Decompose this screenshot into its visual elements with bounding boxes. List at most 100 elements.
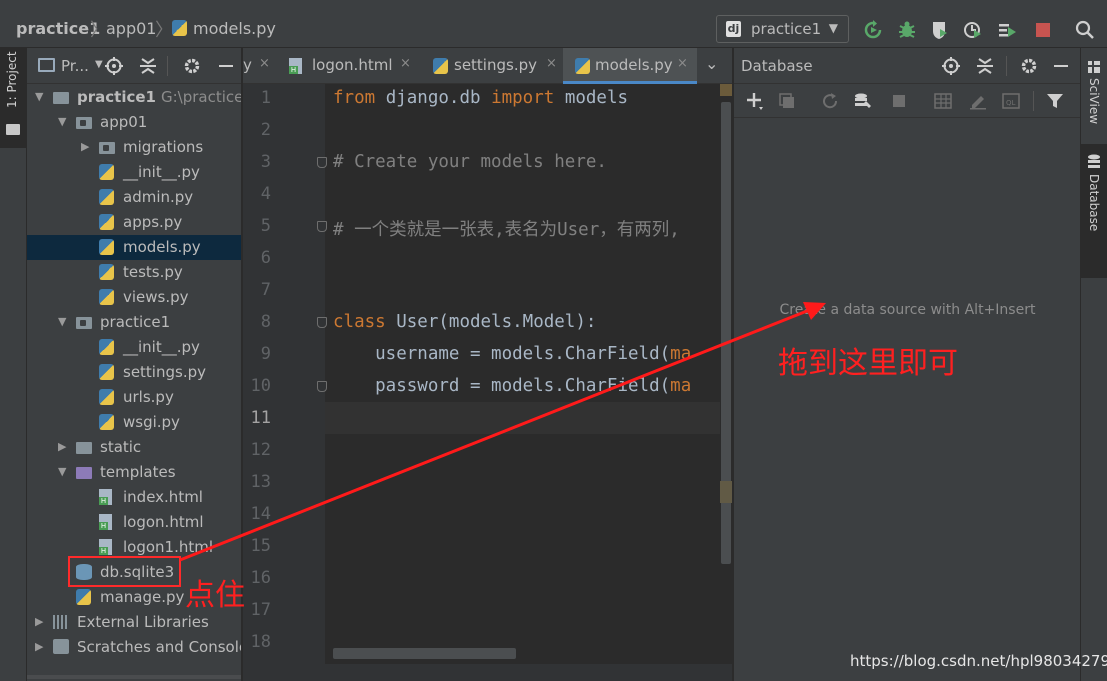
tree-item[interactable]: tests.py [27,260,241,285]
collapse-all-icon[interactable] [976,57,994,75]
horizontal-scrollbar[interactable] [333,648,516,659]
duplicate-icon[interactable] [778,92,796,110]
edit-icon[interactable] [969,92,987,110]
coverage-icon[interactable] [930,20,950,40]
concurrency-icon[interactable] [997,20,1017,40]
gear-icon[interactable] [1020,57,1038,75]
close-icon[interactable]: × [546,56,557,71]
template-folder-icon [76,467,92,479]
tree-item[interactable]: admin.py [27,185,241,210]
database-tool-label: Database [1087,174,1101,232]
library-icon [53,615,69,629]
debug-icon[interactable] [897,20,917,40]
rerun-icon[interactable] [863,20,883,40]
code-line-9[interactable]: username = models.CharField(ma [333,344,691,364]
python-file-icon [99,364,114,380]
watermark: https://blog.csdn.net/hpl980342791 [850,652,1107,670]
tab-overflow[interactable]: y × [243,48,281,84]
project-view-selector[interactable]: Pr... [61,57,89,75]
tree-item[interactable]: views.py [27,285,241,310]
breadcrumb-project[interactable]: practice1 [16,19,100,38]
close-icon[interactable]: × [259,56,270,71]
tree-item-label: templates [100,463,176,481]
stop-icon[interactable] [890,92,908,110]
query-console-icon[interactable]: QL [1002,92,1020,110]
code-line-1[interactable]: from django.db import models [333,88,628,108]
tab-settings-py[interactable]: settings.py × [421,48,561,84]
tree-item-label: Scratches and Consoles [77,638,242,656]
tree-item[interactable]: __init__.py [27,335,241,360]
python-file-icon [99,339,114,355]
collapse-arrow-icon[interactable]: ▶ [35,615,43,628]
table-editor-icon[interactable] [934,92,952,110]
chevron-down-icon[interactable]: ▼ [95,59,103,70]
code-token: username = models.CharField( [333,344,671,364]
collapse-arrow-icon[interactable]: ▶ [58,440,66,453]
expand-arrow-icon[interactable]: ▼ [35,90,43,103]
collapse-all-icon[interactable] [139,57,157,75]
tree-item-label: views.py [123,288,189,306]
tree-item[interactable]: ▼ templates [27,460,241,485]
tree-item[interactable]: models.py [27,235,241,260]
breadcrumb-file[interactable]: models.py [193,19,276,38]
collapse-arrow-icon[interactable]: ▶ [35,640,43,653]
tree-item-path-hint: G:\practice1 [161,88,241,106]
tree-item[interactable]: ▼ practice1 G:\practice1 [27,85,241,110]
code-line-5[interactable]: # 一个类就是一张表,表名为User，有两列, [333,216,680,241]
tree-item[interactable]: ▶ static [27,435,241,460]
search-icon[interactable] [1075,20,1095,40]
code-line-10[interactable]: password = models.CharField(ma [333,376,691,396]
tree-item[interactable]: __init__.py [27,160,241,185]
project-tool-button[interactable]: 1: Project [0,48,27,148]
run-configuration-selector[interactable]: dj practice1 ▼ [716,15,849,43]
tab-logon-html[interactable]: logon.html × [281,48,421,84]
expand-arrow-icon[interactable]: ▼ [58,465,66,478]
expand-arrow-icon[interactable]: ▼ [58,115,66,128]
close-icon[interactable]: × [677,56,688,71]
vertical-scrollbar[interactable] [720,84,732,664]
filter-icon[interactable] [1046,92,1064,110]
refresh-icon[interactable] [821,92,839,110]
breadcrumb-folder[interactable]: app01 [106,19,156,38]
tab-list-chevron-icon[interactable]: ⌄ [705,54,718,73]
tree-item[interactable]: logon.html [27,510,241,535]
minimize-icon[interactable] [219,65,233,67]
tab-models-py[interactable]: models.py × [563,48,697,84]
tree-item[interactable]: ▼ practice1 [27,310,241,335]
code-token: ma [670,376,692,396]
navigation-bar: practice1 〉 app01 〉 models.py dj practic… [0,0,1107,48]
python-file-icon [99,264,114,280]
tree-item[interactable]: wsgi.py [27,410,241,435]
locate-icon[interactable] [105,57,123,75]
fold-marker-icon[interactable] [317,381,327,392]
module-folder-icon [76,117,92,129]
data-source-properties-icon[interactable] [854,92,872,110]
fold-marker-icon[interactable] [317,317,327,328]
code-token: class [333,312,386,332]
database-tool-button[interactable]: Database [1081,144,1107,278]
code-line-3[interactable]: # Create your models here. [333,152,607,172]
close-icon[interactable]: × [400,56,411,71]
tree-item[interactable]: index.html [27,485,241,510]
code-token: User(models.Model): [385,312,597,332]
tree-item[interactable]: ▼ app01 [27,110,241,135]
horizontal-scrollbar[interactable] [27,675,241,679]
tree-item[interactable]: apps.py [27,210,241,235]
gear-icon[interactable] [183,57,201,75]
tree-item[interactable]: ▶ Scratches and Consoles [27,635,242,660]
sciview-tool-button[interactable]: SciView [1081,48,1107,138]
tree-item[interactable]: settings.py [27,360,241,385]
code-line-8[interactable]: class User(models.Model): [333,312,596,332]
stop-icon[interactable] [1033,20,1053,40]
tree-item[interactable]: urls.py [27,385,241,410]
collapse-arrow-icon[interactable]: ▶ [81,140,89,153]
database-toolbar: QL [734,84,1081,118]
locate-icon[interactable] [942,57,960,75]
tree-item[interactable]: ▶ migrations [27,135,241,160]
minimize-icon[interactable] [1054,65,1068,67]
expand-arrow-icon[interactable]: ▼ [58,315,66,328]
fold-marker-icon[interactable] [317,221,327,232]
fold-marker-icon[interactable] [317,157,327,168]
profile-icon[interactable] [963,20,983,40]
add-data-source-icon[interactable] [746,92,764,110]
